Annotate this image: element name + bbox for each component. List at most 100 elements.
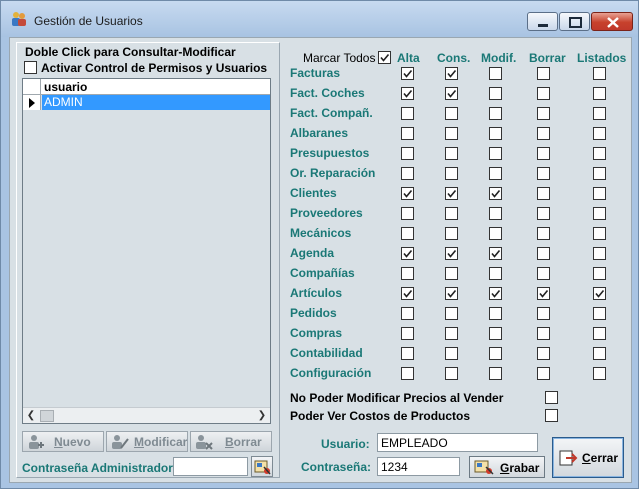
select-all-checkbox[interactable] bbox=[378, 51, 391, 64]
permission-checkbox-modif[interactable] bbox=[489, 207, 502, 220]
no-modify-prices-checkbox[interactable] bbox=[545, 391, 558, 404]
permission-checkbox-listados[interactable] bbox=[593, 147, 606, 160]
permission-checkbox-listados[interactable] bbox=[593, 87, 606, 100]
permission-checkbox-modif[interactable] bbox=[489, 347, 502, 360]
scroll-right-icon[interactable]: ❯ bbox=[255, 409, 269, 423]
permission-checkbox-cons[interactable] bbox=[445, 147, 458, 160]
permission-checkbox-alta[interactable] bbox=[401, 147, 414, 160]
permission-checkbox-listados[interactable] bbox=[593, 67, 606, 80]
permission-checkbox-cons[interactable] bbox=[445, 367, 458, 380]
permission-checkbox-alta[interactable] bbox=[401, 367, 414, 380]
permission-checkbox-modif[interactable] bbox=[489, 267, 502, 280]
permission-checkbox-listados[interactable] bbox=[593, 227, 606, 240]
table-row[interactable]: ADMIN bbox=[23, 95, 270, 110]
permission-checkbox-borrar[interactable] bbox=[537, 267, 550, 280]
admin-password-key-button[interactable] bbox=[251, 456, 273, 477]
permission-checkbox-cons[interactable] bbox=[445, 67, 458, 80]
permission-checkbox-listados[interactable] bbox=[593, 367, 606, 380]
permission-checkbox-modif[interactable] bbox=[489, 187, 502, 200]
permission-checkbox-modif[interactable] bbox=[489, 167, 502, 180]
permission-checkbox-alta[interactable] bbox=[401, 227, 414, 240]
permission-checkbox-modif[interactable] bbox=[489, 87, 502, 100]
permission-checkbox-alta[interactable] bbox=[401, 67, 414, 80]
permission-checkbox-cons[interactable] bbox=[445, 267, 458, 280]
permission-checkbox-borrar[interactable] bbox=[537, 347, 550, 360]
permission-checkbox-modif[interactable] bbox=[489, 227, 502, 240]
scroll-thumb[interactable] bbox=[40, 410, 54, 422]
permission-checkbox-cons[interactable] bbox=[445, 167, 458, 180]
grabar-button[interactable]: Grabar bbox=[469, 456, 545, 478]
permission-checkbox-cons[interactable] bbox=[445, 107, 458, 120]
permission-checkbox-cons[interactable] bbox=[445, 187, 458, 200]
permission-checkbox-listados[interactable] bbox=[593, 167, 606, 180]
permission-checkbox-modif[interactable] bbox=[489, 147, 502, 160]
permission-checkbox-borrar[interactable] bbox=[537, 107, 550, 120]
permission-checkbox-alta[interactable] bbox=[401, 107, 414, 120]
users-grid[interactable]: usuario ADMIN ❮ ❯ bbox=[22, 78, 271, 424]
nuevo-button[interactable]: Nuevo bbox=[22, 431, 104, 452]
permission-checkbox-borrar[interactable] bbox=[537, 187, 550, 200]
permission-checkbox-borrar[interactable] bbox=[537, 247, 550, 260]
permission-checkbox-borrar[interactable] bbox=[537, 87, 550, 100]
permission-checkbox-modif[interactable] bbox=[489, 367, 502, 380]
permission-checkbox-listados[interactable] bbox=[593, 347, 606, 360]
cell-usuario[interactable]: ADMIN bbox=[42, 95, 270, 110]
permission-checkbox-borrar[interactable] bbox=[537, 307, 550, 320]
title-bar[interactable]: Gestión de Usuarios bbox=[1, 1, 638, 37]
permission-checkbox-modif[interactable] bbox=[489, 127, 502, 140]
permission-checkbox-alta[interactable] bbox=[401, 267, 414, 280]
permission-checkbox-borrar[interactable] bbox=[537, 67, 550, 80]
permission-checkbox-cons[interactable] bbox=[445, 247, 458, 260]
permission-checkbox-borrar[interactable] bbox=[537, 327, 550, 340]
permission-checkbox-modif[interactable] bbox=[489, 107, 502, 120]
permission-checkbox-alta[interactable] bbox=[401, 327, 414, 340]
permission-checkbox-cons[interactable] bbox=[445, 87, 458, 100]
permission-checkbox-cons[interactable] bbox=[445, 127, 458, 140]
permission-checkbox-borrar[interactable] bbox=[537, 287, 550, 300]
permission-checkbox-listados[interactable] bbox=[593, 247, 606, 260]
permission-checkbox-alta[interactable] bbox=[401, 287, 414, 300]
permission-checkbox-listados[interactable] bbox=[593, 187, 606, 200]
permission-checkbox-borrar[interactable] bbox=[537, 367, 550, 380]
permission-checkbox-alta[interactable] bbox=[401, 247, 414, 260]
permission-checkbox-borrar[interactable] bbox=[537, 147, 550, 160]
permission-checkbox-alta[interactable] bbox=[401, 307, 414, 320]
permission-checkbox-modif[interactable] bbox=[489, 327, 502, 340]
permission-checkbox-cons[interactable] bbox=[445, 287, 458, 300]
permission-checkbox-borrar[interactable] bbox=[537, 227, 550, 240]
permission-checkbox-listados[interactable] bbox=[593, 267, 606, 280]
admin-password-field[interactable] bbox=[173, 457, 248, 476]
permission-checkbox-alta[interactable] bbox=[401, 187, 414, 200]
permission-checkbox-modif[interactable] bbox=[489, 287, 502, 300]
permission-checkbox-alta[interactable] bbox=[401, 347, 414, 360]
column-header-usuario[interactable]: usuario bbox=[44, 80, 87, 94]
cerrar-button[interactable]: Cerrar bbox=[552, 437, 624, 478]
permission-checkbox-listados[interactable] bbox=[593, 327, 606, 340]
permission-checkbox-cons[interactable] bbox=[445, 327, 458, 340]
view-costs-checkbox[interactable] bbox=[545, 409, 558, 422]
minimize-button[interactable] bbox=[527, 12, 558, 31]
permission-checkbox-listados[interactable] bbox=[593, 207, 606, 220]
permission-checkbox-listados[interactable] bbox=[593, 287, 606, 300]
permission-checkbox-listados[interactable] bbox=[593, 307, 606, 320]
permission-checkbox-alta[interactable] bbox=[401, 127, 414, 140]
password-field[interactable] bbox=[377, 457, 460, 476]
horizontal-scrollbar[interactable]: ❮ ❯ bbox=[23, 407, 270, 423]
activate-permissions-checkbox[interactable] bbox=[24, 61, 37, 74]
permission-checkbox-modif[interactable] bbox=[489, 67, 502, 80]
scroll-left-icon[interactable]: ❮ bbox=[24, 409, 38, 423]
permission-checkbox-alta[interactable] bbox=[401, 167, 414, 180]
username-field[interactable] bbox=[377, 433, 538, 452]
permission-checkbox-modif[interactable] bbox=[489, 307, 502, 320]
permission-checkbox-cons[interactable] bbox=[445, 347, 458, 360]
permission-checkbox-listados[interactable] bbox=[593, 107, 606, 120]
permission-checkbox-cons[interactable] bbox=[445, 227, 458, 240]
permission-checkbox-borrar[interactable] bbox=[537, 207, 550, 220]
maximize-button[interactable] bbox=[559, 12, 590, 31]
permission-checkbox-listados[interactable] bbox=[593, 127, 606, 140]
permission-checkbox-alta[interactable] bbox=[401, 207, 414, 220]
permission-checkbox-borrar[interactable] bbox=[537, 167, 550, 180]
permission-checkbox-alta[interactable] bbox=[401, 87, 414, 100]
permission-checkbox-borrar[interactable] bbox=[537, 127, 550, 140]
permission-checkbox-modif[interactable] bbox=[489, 247, 502, 260]
